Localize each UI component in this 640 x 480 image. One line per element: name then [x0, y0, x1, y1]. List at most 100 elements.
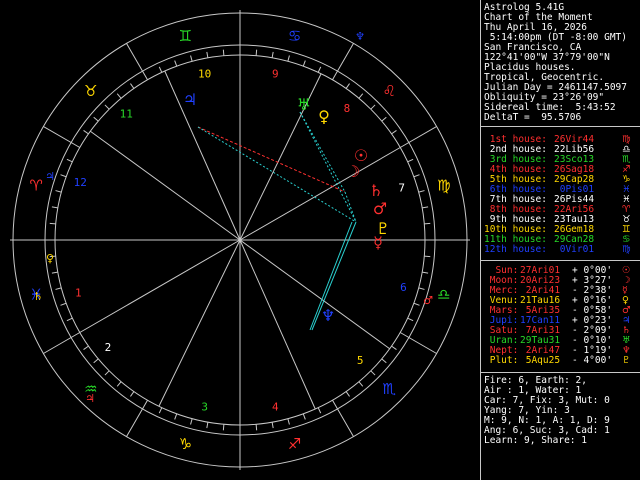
- degree-tick: [55, 287, 62, 290]
- house-cusp-lines: [55, 55, 425, 425]
- house-cusp-line: [239, 239, 390, 350]
- degree-tick: [55, 190, 62, 193]
- planet-icon: ♅: [297, 95, 311, 114]
- degree-tick: [302, 413, 306, 420]
- sign-icon: ♈: [29, 176, 42, 194]
- house-number: 12: [74, 176, 87, 189]
- degree-tick: [255, 424, 258, 431]
- house-number: 7: [398, 181, 405, 194]
- degree-tick: [190, 55, 193, 62]
- degree-tick: [83, 130, 89, 135]
- degree-tick: [413, 174, 420, 178]
- degree-tick: [93, 116, 99, 122]
- degree-tick: [287, 55, 290, 62]
- degree-tick: [116, 381, 122, 387]
- degree-tick: [407, 317, 414, 322]
- planet-icon: ♃: [183, 90, 197, 109]
- degree-tick: [174, 60, 178, 67]
- house-cusp-line: [90, 130, 241, 241]
- separator: [480, 260, 640, 261]
- house-number: 5: [357, 354, 364, 367]
- house-cusp-line: [158, 239, 241, 407]
- degree-tick: [66, 317, 73, 322]
- delta-t: DeltaT = 95.5706: [484, 112, 582, 123]
- degree-tick: [206, 422, 209, 429]
- planet-icon: ☽: [346, 162, 360, 181]
- ruler-icon: ♃: [45, 170, 55, 183]
- aspect-lines: [197, 111, 357, 331]
- degree-tick: [418, 287, 425, 290]
- degree-tick: [391, 345, 397, 350]
- house-number: 8: [344, 102, 351, 115]
- degree-tick: [190, 418, 193, 425]
- degree-tick: [49, 222, 56, 225]
- sign-icon: ♍: [437, 176, 450, 194]
- planet-latitude: - 4°00': [572, 355, 613, 366]
- degree-tick: [158, 66, 163, 73]
- degree-tick: [116, 93, 122, 99]
- house-cusp-line: [164, 70, 241, 241]
- degree-tick: [51, 271, 58, 274]
- sign-icon: ♉: [84, 82, 97, 100]
- house-number: 3: [201, 400, 208, 413]
- degree-tick: [104, 370, 110, 376]
- degree-tick: [370, 104, 376, 110]
- house-number: 10: [198, 68, 211, 81]
- degree-tick: [370, 370, 376, 376]
- degree-tick: [424, 222, 431, 225]
- degree-tick: [222, 49, 225, 56]
- degree-tick: [358, 381, 364, 387]
- planet-icon: ♇: [376, 219, 390, 238]
- degree-tick: [60, 174, 67, 178]
- separator: [480, 126, 640, 127]
- degree-tick: [345, 391, 350, 397]
- degree-tick: [381, 116, 387, 122]
- degree-tick: [413, 302, 420, 306]
- planet-label: Plut:: [484, 355, 519, 366]
- degree-tick: [345, 83, 350, 89]
- planet-icon: ♆: [321, 306, 335, 325]
- ruler-icon: ♄: [33, 290, 43, 303]
- degree-tick: [271, 51, 274, 58]
- house-number: 9: [272, 68, 279, 81]
- house-number: 11: [120, 108, 133, 121]
- degree-tick: [271, 422, 274, 429]
- ruler-icon: ♃: [85, 392, 95, 405]
- planet-icon: ♄: [369, 181, 383, 200]
- degree-tick: [206, 51, 209, 58]
- degree-tick: [158, 407, 163, 414]
- separator: [480, 372, 640, 373]
- ruler-icon: ♆: [355, 30, 365, 43]
- planet-icon: ♇: [622, 355, 631, 366]
- sign-icon: ♎: [437, 286, 450, 304]
- degree-tick: [174, 413, 178, 420]
- degree-tick: [422, 206, 429, 209]
- sign-icon: ♋: [288, 27, 301, 45]
- sign-icon: ♏: [382, 380, 396, 398]
- degree-tick: [317, 66, 322, 73]
- house-cusp-line: [239, 239, 316, 410]
- summary-line: Learn: 9, Share: 1: [484, 435, 587, 446]
- planet-icon: ♀: [318, 107, 330, 126]
- degree-tick: [422, 271, 429, 274]
- degree-tick: [391, 130, 397, 135]
- house-cusp-value: 0Vir01: [554, 244, 595, 255]
- degree-tick: [66, 158, 73, 163]
- degree-tick: [302, 60, 306, 67]
- ruler-icon: ♀: [46, 252, 54, 265]
- house-number: 1: [75, 287, 82, 300]
- degree-tick: [83, 345, 89, 350]
- degree-tick: [222, 424, 225, 431]
- aspect-line: [197, 126, 357, 223]
- degree-tick: [407, 158, 414, 163]
- sign-icon: ♍: [622, 244, 631, 255]
- degree-tick: [60, 302, 67, 306]
- aspect-line: [197, 126, 346, 193]
- sign-icon: ♊: [179, 27, 192, 45]
- degree-tick: [93, 358, 99, 364]
- degree-tick: [130, 83, 135, 89]
- ruler-icon: ♂: [423, 294, 433, 307]
- planet-position: 5Aqu25: [520, 355, 561, 366]
- planet-icon: ♂: [373, 199, 387, 218]
- sign-icon: ♑: [179, 435, 192, 453]
